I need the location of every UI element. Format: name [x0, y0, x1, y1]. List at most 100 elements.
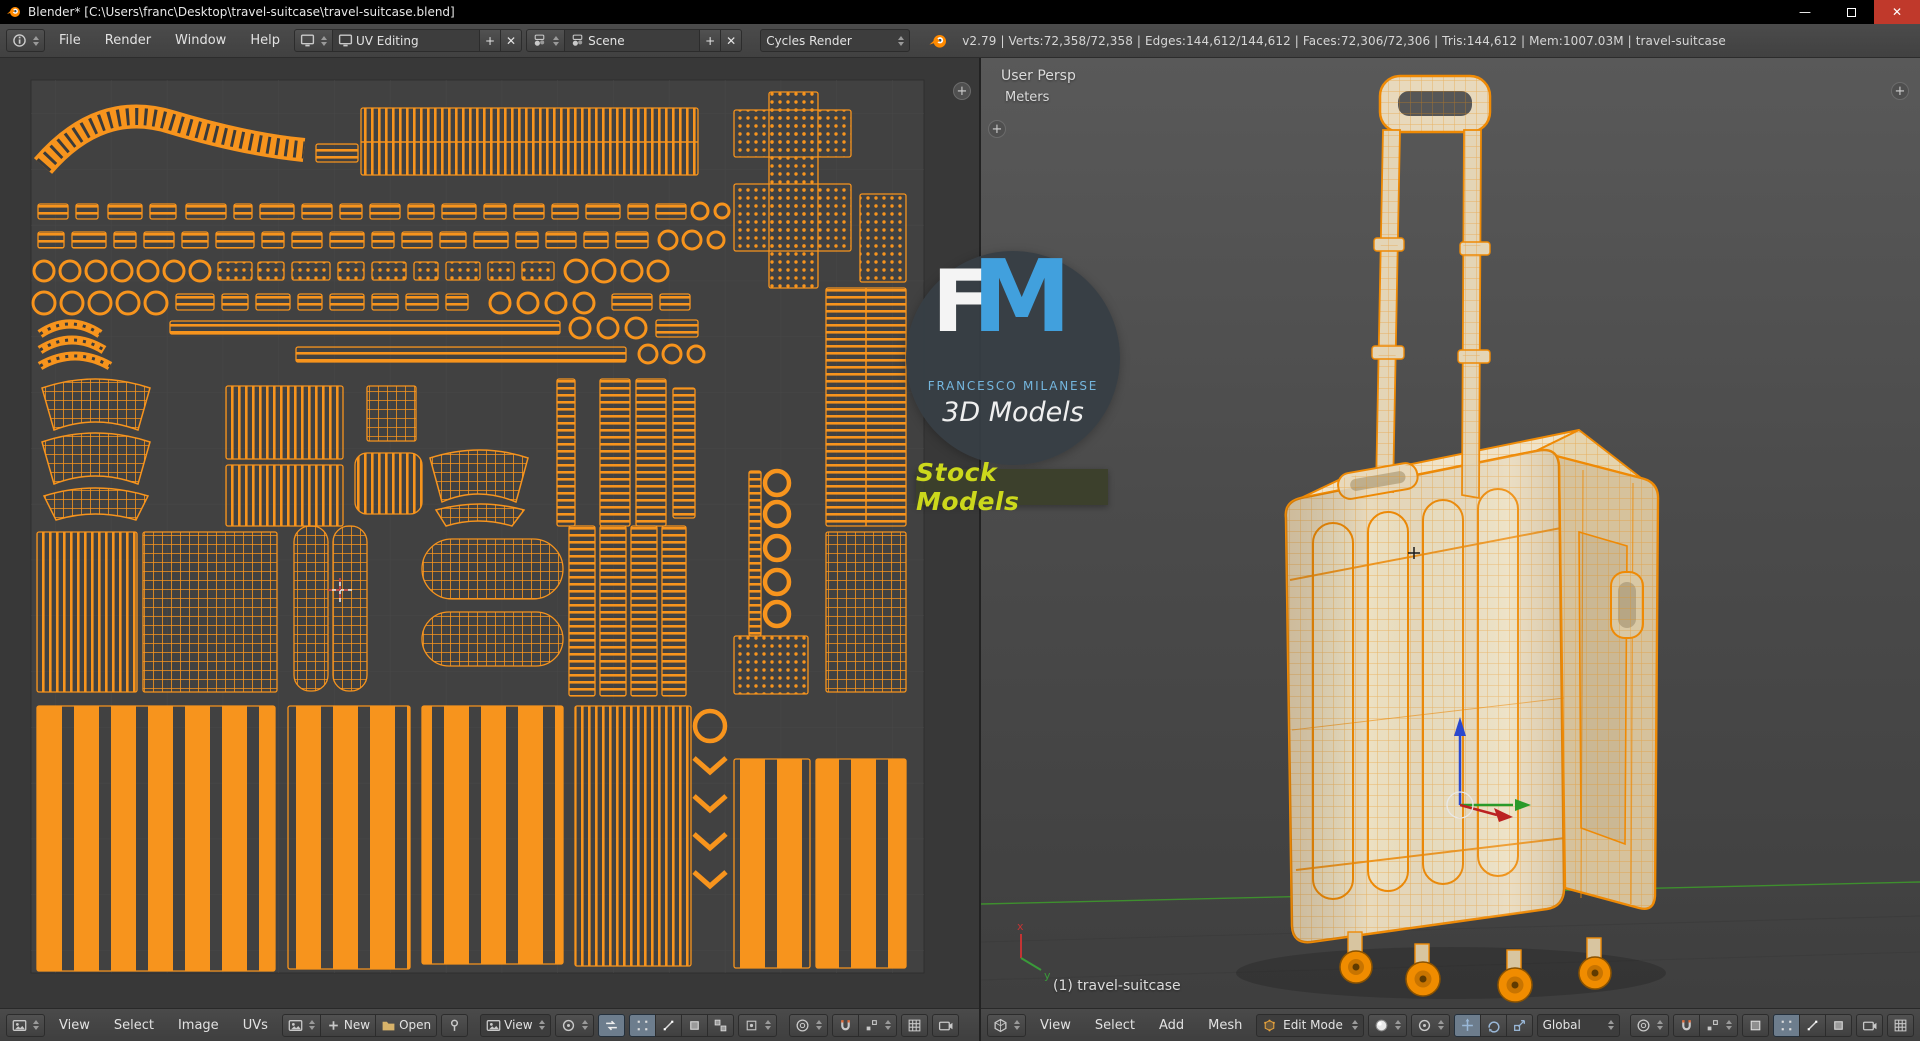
viewport-canvas[interactable]: x y	[980, 58, 1920, 1008]
manipulator-scale-button[interactable]	[1505, 1013, 1533, 1037]
dropdown-arrows-icon	[1351, 1020, 1358, 1030]
region-expand-icon[interactable]: +	[953, 82, 971, 100]
translate-icon	[1460, 1018, 1475, 1033]
pin-icon	[447, 1018, 462, 1033]
uv-draw-type-button[interactable]	[900, 1013, 928, 1037]
vp-select-vertex-button[interactable]	[1773, 1013, 1800, 1037]
pivot-icon	[561, 1018, 576, 1033]
shading-dropdown[interactable]	[1367, 1013, 1407, 1037]
select-island-button[interactable]	[706, 1013, 734, 1037]
minimize-button[interactable]: —	[1782, 0, 1828, 24]
uv-menu-image[interactable]: Image	[168, 1018, 229, 1033]
layout-name-field[interactable]: UV Editing	[331, 29, 480, 52]
image-icon	[288, 1018, 303, 1033]
magnet-icon	[838, 1018, 853, 1033]
vp-editor-type-button[interactable]	[987, 1013, 1026, 1037]
uv-editor-type-button[interactable]	[6, 1013, 45, 1037]
blender-window: Blender* [C:\Users\franc\Desktop\travel-…	[0, 0, 1920, 1041]
menu-help[interactable]: Help	[240, 33, 290, 48]
close-button[interactable]: ✕	[1874, 0, 1920, 24]
blender-logo-icon	[928, 31, 948, 51]
menu-window[interactable]: Window	[165, 33, 236, 48]
sticky-select-dropdown[interactable]	[737, 1013, 777, 1037]
select-face-button[interactable]	[680, 1013, 708, 1037]
vp-proportional-dropdown[interactable]	[1630, 1013, 1669, 1037]
proportional-icon	[1636, 1018, 1651, 1033]
menu-render[interactable]: Render	[95, 33, 161, 48]
scene-name-field[interactable]: Scene	[564, 29, 701, 52]
dropdown-arrows-icon	[1726, 1020, 1732, 1030]
opengl-anim-button[interactable]	[1887, 1013, 1914, 1037]
edge-icon	[661, 1018, 676, 1033]
editor-mode-dropdown[interactable]: View	[480, 1013, 551, 1037]
mode-dropdown[interactable]: Edit Mode	[1256, 1013, 1364, 1037]
plus-icon	[326, 1018, 341, 1033]
select-vertex-button[interactable]	[628, 1013, 656, 1037]
editor-type-button[interactable]	[6, 29, 45, 52]
layout-add-button[interactable]: +	[478, 29, 502, 52]
viewport-perspective-label: User Persp	[1001, 68, 1076, 84]
layout-browse-button[interactable]	[293, 29, 333, 52]
uv-menu-view[interactable]: View	[49, 1018, 100, 1033]
viewport-3d: x y User Persp Meters (1) travel-suitcas…	[980, 58, 1920, 1041]
uv-sync-toggle[interactable]	[597, 1013, 625, 1037]
vp-snap-group	[1673, 1013, 1738, 1037]
scene-unlink-button[interactable]: ✕	[720, 29, 743, 52]
uv-pivot-dropdown[interactable]	[554, 1013, 594, 1037]
vp-menu-select[interactable]: Select	[1085, 1018, 1145, 1033]
vp-menu-mesh[interactable]: Mesh	[1198, 1018, 1252, 1033]
scale-icon	[1512, 1018, 1527, 1033]
sticky-icon	[744, 1018, 759, 1033]
uv-editor-header: View Select Image UVs New Open View	[0, 1008, 979, 1041]
scene-add-button[interactable]: +	[699, 29, 722, 52]
layout-name: UV Editing	[355, 33, 419, 48]
vp-menu-add[interactable]: Add	[1149, 1018, 1194, 1033]
orientation-dropdown[interactable]: Global	[1536, 1013, 1620, 1037]
viewport-unit-label: Meters	[1005, 90, 1050, 105]
screen-icon	[300, 33, 315, 48]
new-image-button[interactable]: New	[319, 1013, 377, 1037]
occlude-geometry-toggle[interactable]	[1742, 1013, 1769, 1037]
vp-select-edge-button[interactable]	[1799, 1013, 1826, 1037]
scene-name: Scene	[588, 33, 625, 48]
scopes-button[interactable]	[931, 1013, 959, 1037]
proportional-edit-dropdown[interactable]	[788, 1013, 828, 1037]
maximize-button[interactable]	[1828, 0, 1874, 24]
dropdown-arrows-icon	[898, 35, 905, 46]
vp-snap-element-dropdown[interactable]	[1699, 1013, 1738, 1037]
uv-menu-select[interactable]: Select	[104, 1018, 164, 1033]
uv-menu-uvs[interactable]: UVs	[233, 1018, 278, 1033]
snap-element-icon	[864, 1018, 879, 1033]
pivot-dropdown[interactable]	[1410, 1013, 1450, 1037]
pin-image-button[interactable]	[441, 1013, 469, 1037]
vp-select-face-button[interactable]	[1825, 1013, 1852, 1037]
properties-expand-icon[interactable]: +	[1891, 82, 1909, 100]
sync-icon	[604, 1018, 619, 1033]
plus-icon: +	[705, 33, 716, 48]
dropdown-arrows-icon	[581, 1020, 588, 1030]
snap-toggle[interactable]	[831, 1013, 859, 1037]
minimize-icon: —	[1799, 5, 1811, 19]
snap-element-dropdown[interactable]	[857, 1013, 897, 1037]
window-title: Blender* [C:\Users\franc\Desktop\travel-…	[28, 5, 455, 19]
proportional-icon	[795, 1018, 810, 1033]
menu-file[interactable]: File	[49, 33, 91, 48]
image-browse-button[interactable]	[281, 1013, 321, 1037]
select-edge-button[interactable]	[654, 1013, 682, 1037]
manipulator-rotate-button[interactable]	[1479, 1013, 1507, 1037]
layout-unlink-button[interactable]: ✕	[500, 29, 523, 52]
scene-browse-button[interactable]	[526, 29, 566, 52]
open-image-button[interactable]: Open	[375, 1013, 438, 1037]
pivot-icon	[1417, 1018, 1432, 1033]
watermark-banner: Stock Models	[916, 458, 1108, 516]
viewport-header: View Select Add Mesh Edit Mode Global	[981, 1008, 1920, 1041]
render-engine-dropdown[interactable]: Cycles Render	[760, 29, 911, 52]
opengl-render-button[interactable]	[1856, 1013, 1883, 1037]
manipulator-translate-button[interactable]	[1453, 1013, 1481, 1037]
toolshelf-expand-icon[interactable]: +	[988, 120, 1006, 138]
vp-menu-view[interactable]: View	[1030, 1018, 1081, 1033]
uv-canvas[interactable]	[0, 58, 979, 1008]
vp-snap-toggle[interactable]	[1673, 1013, 1700, 1037]
vertex-icon	[635, 1018, 650, 1033]
dropdown-arrows-icon	[1437, 1020, 1444, 1030]
